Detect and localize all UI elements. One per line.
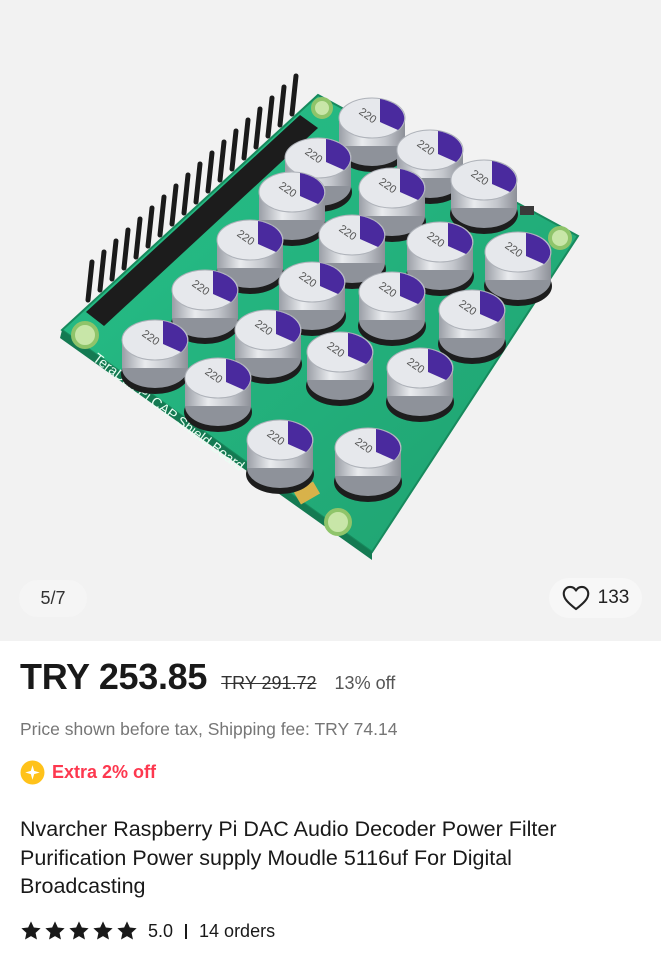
- product-image-gallery[interactable]: TeraDak Pi CAP Shield Board 220 220 220 220…: [0, 0, 661, 641]
- price-row: TRY 253.85 TRY 291.72 13% off: [20, 656, 395, 698]
- coupon-label: Extra 2% off: [52, 762, 157, 782]
- star-icon: [93, 921, 113, 940]
- rating-row[interactable]: 5.0 14 orders: [20, 920, 275, 942]
- capacitor: 220: [334, 427, 402, 502]
- capacitor: 220: [184, 357, 252, 432]
- capacitor: 220: [306, 331, 374, 406]
- capacitor: 220: [246, 419, 314, 494]
- heart-icon: [562, 585, 589, 611]
- capacitor: 220: [438, 289, 506, 364]
- coupon-star-icon: [20, 760, 45, 785]
- capacitor-array: 220220 220220 220 220220 220 220 220220 220 2202…: [121, 97, 552, 502]
- original-price: TRY 291.72: [221, 673, 317, 693]
- tax-shipping-note: Price shown before tax, Shipping fee: TR…: [20, 719, 398, 739]
- discount-percent: 13% off: [334, 673, 396, 693]
- rating-score: 5.0: [148, 920, 174, 941]
- wishlist-count: 133: [597, 587, 630, 608]
- star-icon: [117, 921, 137, 940]
- separator: [185, 923, 188, 939]
- image-counter: 5/7: [19, 580, 87, 617]
- product-title: Nvarcher Raspberry Pi DAC Audio Decoder …: [20, 817, 557, 898]
- orders-count: 14 orders: [199, 920, 276, 941]
- star-icon: [69, 921, 89, 940]
- star-icon: [21, 921, 41, 940]
- extra-discount-coupon[interactable]: Extra 2% off: [20, 760, 156, 785]
- current-price: TRY 253.85: [20, 656, 208, 697]
- capacitor: 220: [386, 347, 454, 422]
- product-image[interactable]: TeraDak Pi CAP Shield Board 220220 220220…: [0, 0, 661, 641]
- star-icon: [45, 921, 65, 940]
- star-rating: [20, 920, 138, 942]
- capacitor: 220: [358, 271, 426, 346]
- capacitor: 220: [121, 319, 189, 394]
- capacitor: 220: [450, 159, 518, 234]
- wishlist-button[interactable]: 133: [549, 578, 642, 618]
